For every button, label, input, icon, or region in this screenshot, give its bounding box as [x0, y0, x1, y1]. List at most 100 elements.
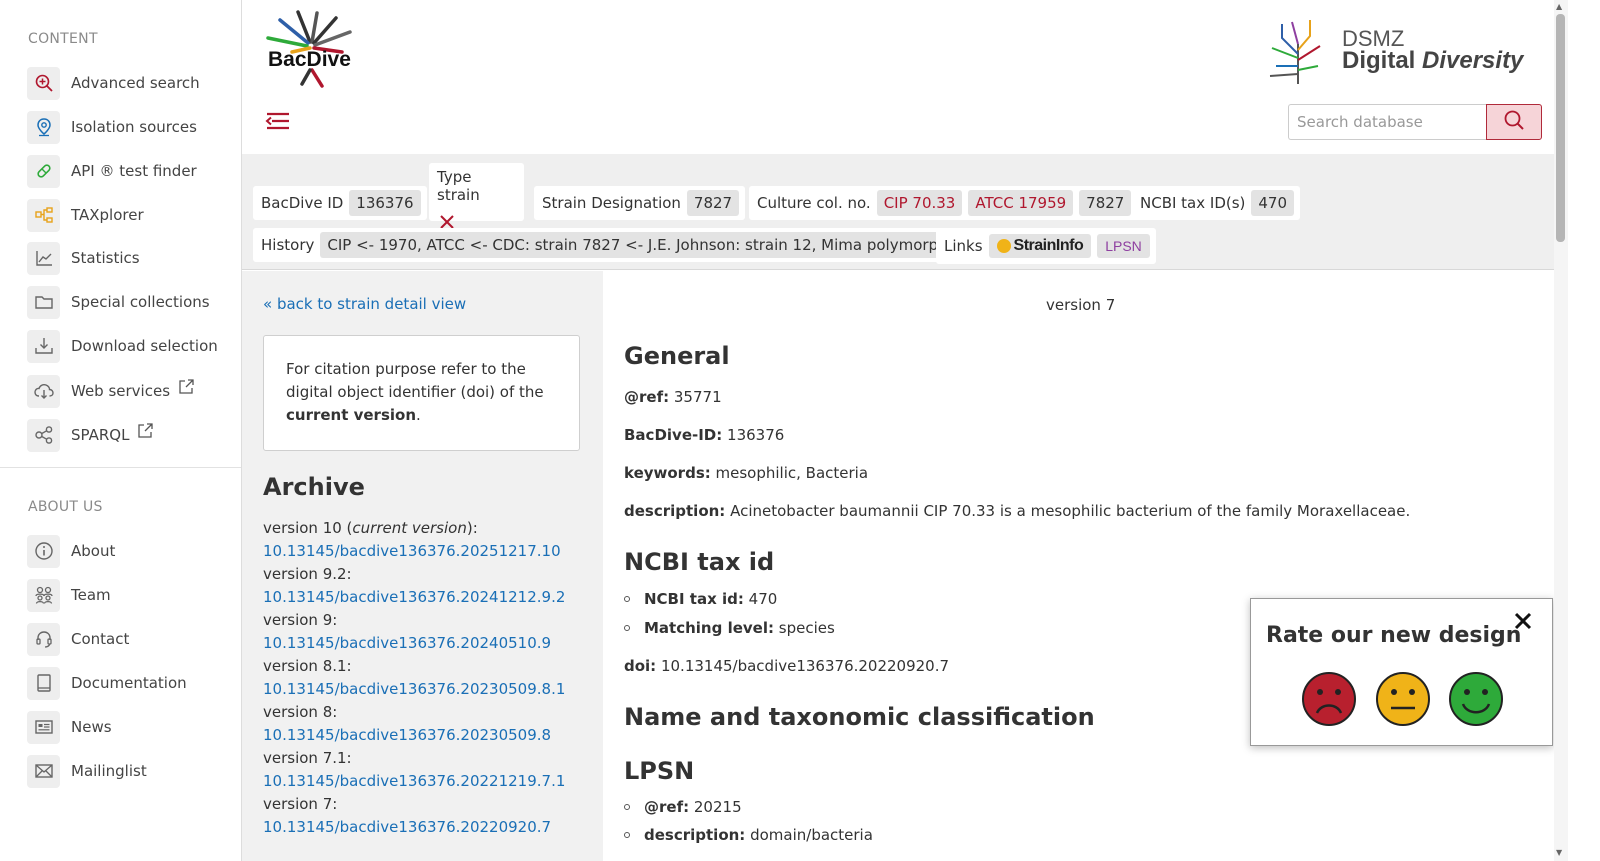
matching-level-value: species — [778, 619, 835, 637]
sidebar-item-special-collections[interactable]: Special collections — [27, 285, 210, 319]
test-strip-icon — [27, 154, 60, 188]
sidebar-item-label: TAXplorer — [71, 206, 144, 224]
sidebar-item-advanced-search[interactable]: Advanced search — [27, 66, 200, 100]
bacdive-logo[interactable]: BacDive — [262, 10, 362, 90]
download-icon — [27, 329, 60, 363]
archive-doi-link[interactable]: 10.13145/bacdive136376.20230509.8.1 — [263, 678, 593, 701]
bullet-icon — [624, 625, 630, 631]
sidebar-item-taxplorer[interactable]: TAXplorer — [27, 198, 144, 232]
archive-doi-link[interactable]: 10.13145/bacdive136376.20251217.10 — [263, 540, 593, 563]
bullet-icon — [624, 596, 630, 602]
archive-doi-link[interactable]: 10.13145/bacdive136376.20240510.9 — [263, 632, 593, 655]
version-text: version 10 ( — [263, 519, 353, 537]
archive-version-label: version 8: — [263, 703, 338, 721]
description-row: description: Acinetobacter baumannii CIP… — [624, 502, 1410, 520]
lpsn-link[interactable]: LPSN — [1097, 234, 1150, 258]
ncbi-tax-value: 470 — [1251, 190, 1295, 216]
archive-version-label: version 9.2: — [263, 565, 352, 583]
archive-item: version 9: 10.13145/bacdive136376.202405… — [263, 609, 593, 655]
main-content: version 7 General @ref: 35771 BacDive-ID… — [603, 271, 1554, 861]
archive-doi-link[interactable]: 10.13145/bacdive136376.20241212.9.2 — [263, 586, 593, 609]
archive-doi-link[interactable]: 10.13145/bacdive136376.20220920.7 — [263, 816, 593, 839]
scrollbar-thumb[interactable] — [1556, 14, 1565, 242]
history-value: CIP <- 1970, ATCC <- CDC: strain 7827 <-… — [320, 232, 964, 258]
search-button[interactable] — [1486, 104, 1542, 140]
sidebar-item-label: Special collections — [71, 293, 210, 311]
bacdive-id-chip: BacDive ID 136376 — [253, 186, 427, 220]
cloud-download-icon — [27, 374, 60, 408]
back-to-strain-link[interactable]: « back to strain detail view — [263, 295, 466, 313]
links-label: Links — [944, 237, 983, 255]
keywords-key: keywords: — [624, 464, 711, 482]
diversity-text: Diversity — [1422, 47, 1524, 74]
ref-row: @ref: 35771 — [624, 388, 722, 406]
sidebar-item-label: Statistics — [71, 249, 140, 267]
archive-item: version 8.1: 10.13145/bacdive136376.2023… — [263, 655, 593, 701]
citation-end: . — [416, 406, 421, 424]
search-icon — [1503, 109, 1525, 135]
scroll-up-arrow-icon[interactable]: ▲ — [1556, 2, 1562, 11]
sidebar-item-label: SPARQL — [71, 426, 130, 444]
rating-popup: Rate our new design — [1250, 598, 1553, 746]
right-margin — [1568, 0, 1600, 861]
happy-face-icon[interactable] — [1448, 671, 1504, 727]
info-icon — [27, 534, 60, 568]
sidebar-item-news[interactable]: News — [27, 710, 112, 744]
type-strain-chip: Type strain — [429, 163, 524, 229]
scroll-down-arrow-icon[interactable]: ▼ — [1556, 848, 1562, 857]
archive-version-label: version 7.1: — [263, 749, 352, 767]
share-nodes-icon — [27, 418, 60, 452]
matching-level-row: Matching level: species — [624, 619, 835, 637]
culture-collection-link[interactable]: ATCC 17959 — [968, 190, 1074, 216]
newspaper-icon — [27, 710, 60, 744]
matching-level-key: Matching level: — [644, 619, 774, 637]
sidebar-item-mailinglist[interactable]: Mailinglist — [27, 754, 147, 788]
sidebar-item-web-services[interactable]: Web services — [27, 374, 195, 408]
sidebar-item-contact[interactable]: Contact — [27, 622, 129, 656]
lpsn-description-key: description: — [644, 826, 746, 844]
map-pin-icon — [27, 110, 60, 144]
history-label: History — [261, 236, 315, 254]
ncbi-taxid-key: NCBI tax id: — [644, 590, 744, 608]
sidebar-item-api-test-finder[interactable]: API ® test finder — [27, 154, 197, 188]
sidebar-item-label: Documentation — [71, 674, 187, 692]
sidebar-item-isolation-sources[interactable]: Isolation sources — [27, 110, 197, 144]
version-label: version 7 — [1046, 296, 1116, 314]
sidebar-item-download-selection[interactable]: Download selection — [27, 329, 218, 363]
dsmz-logo[interactable]: DSMZ Digital Diversity — [1262, 14, 1542, 86]
sidebar-item-statistics[interactable]: Statistics — [27, 241, 140, 275]
sad-face-icon[interactable] — [1301, 671, 1357, 727]
menu-toggle-button[interactable] — [264, 108, 292, 134]
keywords-value: mesophilic, Bacteria — [715, 464, 869, 482]
doi-row: doi: 10.13145/bacdive136376.20220920.7 — [624, 657, 949, 675]
sidebar-item-label: Team — [71, 586, 111, 604]
taxonomy-heading: Name and taxonomic classification — [624, 703, 1095, 731]
culture-collection-value: 7827 — [1079, 190, 1132, 216]
close-icon[interactable] — [1511, 609, 1535, 633]
archive-item: version 10 (current version): 10.13145/b… — [263, 517, 593, 563]
culture-collection-link[interactable]: CIP 70.33 — [876, 190, 963, 216]
sidebar-item-label: Advanced search — [71, 74, 200, 92]
archive-item: version 8: 10.13145/bacdive136376.202305… — [263, 701, 593, 747]
lpsn-description-row: description: domain/bacteria — [624, 826, 873, 844]
keywords-row: keywords: mesophilic, Bacteria — [624, 464, 868, 482]
sidebar-item-about[interactable]: About — [27, 534, 115, 568]
archive-version-label: version 7: — [263, 795, 338, 813]
straininfo-link[interactable]: StrainInfo — [988, 234, 1092, 258]
sidebar-item-team[interactable]: Team — [27, 578, 111, 612]
external-link-icon — [178, 378, 195, 395]
team-icon — [27, 578, 60, 612]
envelope-icon — [27, 754, 60, 788]
ncbi-taxid-value: 470 — [748, 590, 778, 608]
sidebar-item-sparql[interactable]: SPARQL — [27, 418, 154, 452]
search-input[interactable] — [1288, 104, 1486, 140]
ref-key: @ref: — [624, 388, 670, 406]
digital-text: Digital — [1342, 47, 1423, 74]
archive-title: Archive — [263, 473, 365, 501]
neutral-face-icon[interactable] — [1375, 671, 1431, 727]
archive-doi-link[interactable]: 10.13145/bacdive136376.20230509.8 — [263, 724, 593, 747]
archive-doi-link[interactable]: 10.13145/bacdive136376.20221219.7.1 — [263, 770, 593, 793]
citation-note: For citation purpose refer to the digita… — [263, 335, 580, 451]
sidebar-item-documentation[interactable]: Documentation — [27, 666, 187, 700]
rating-title: Rate our new design — [1266, 623, 1522, 648]
